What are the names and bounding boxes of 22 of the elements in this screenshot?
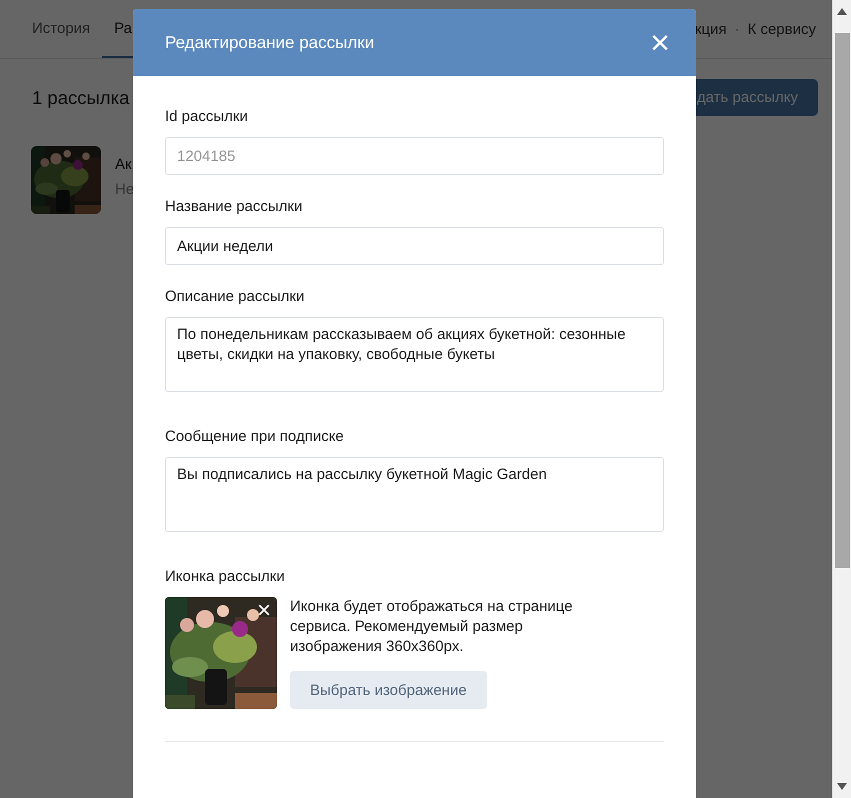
nav-tab[interactable]: История bbox=[20, 0, 102, 58]
remove-button[interactable]: × bbox=[256, 599, 271, 623]
hint-text: Иконка будет отображаться на странице сервиса. Рекомендуемый размер изображения 360x360px. bbox=[290, 597, 574, 657]
field-label: Id рассылки bbox=[165, 108, 249, 125]
text-area[interactable]: По понедельникам рассказываем об акциях букетной: сезонные цветы, скидки на упаковку, свободные букеты bbox=[165, 317, 664, 392]
text-field[interactable]: Акции недели bbox=[165, 227, 664, 265]
scroll-up-icon[interactable] bbox=[837, 8, 847, 15]
field-label: Описание рассылки bbox=[165, 288, 306, 305]
count-title: 1 рассылка bbox=[32, 86, 130, 108]
close-button[interactable]: × bbox=[646, 26, 674, 60]
nav-link[interactable]: кция bbox=[694, 20, 727, 38]
scroll-down-icon[interactable] bbox=[837, 783, 847, 790]
field-label: Иконка рассылки bbox=[165, 568, 286, 585]
text-area[interactable]: Вы подписались на рассылку букетной Magic Garden bbox=[165, 457, 664, 532]
field-label: Название рассылки bbox=[165, 198, 304, 215]
scrollbar[interactable] bbox=[832, 0, 851, 798]
dialog-title: Редактирование рассылки bbox=[165, 32, 374, 52]
nav-link[interactable]: К сервису bbox=[748, 20, 816, 38]
item-title: Ак bbox=[115, 156, 133, 173]
separator: · bbox=[734, 20, 740, 38]
choose-image-button[interactable]: Выбрать изображение bbox=[290, 671, 487, 709]
field-label: Сообщение при подписке bbox=[165, 428, 345, 445]
